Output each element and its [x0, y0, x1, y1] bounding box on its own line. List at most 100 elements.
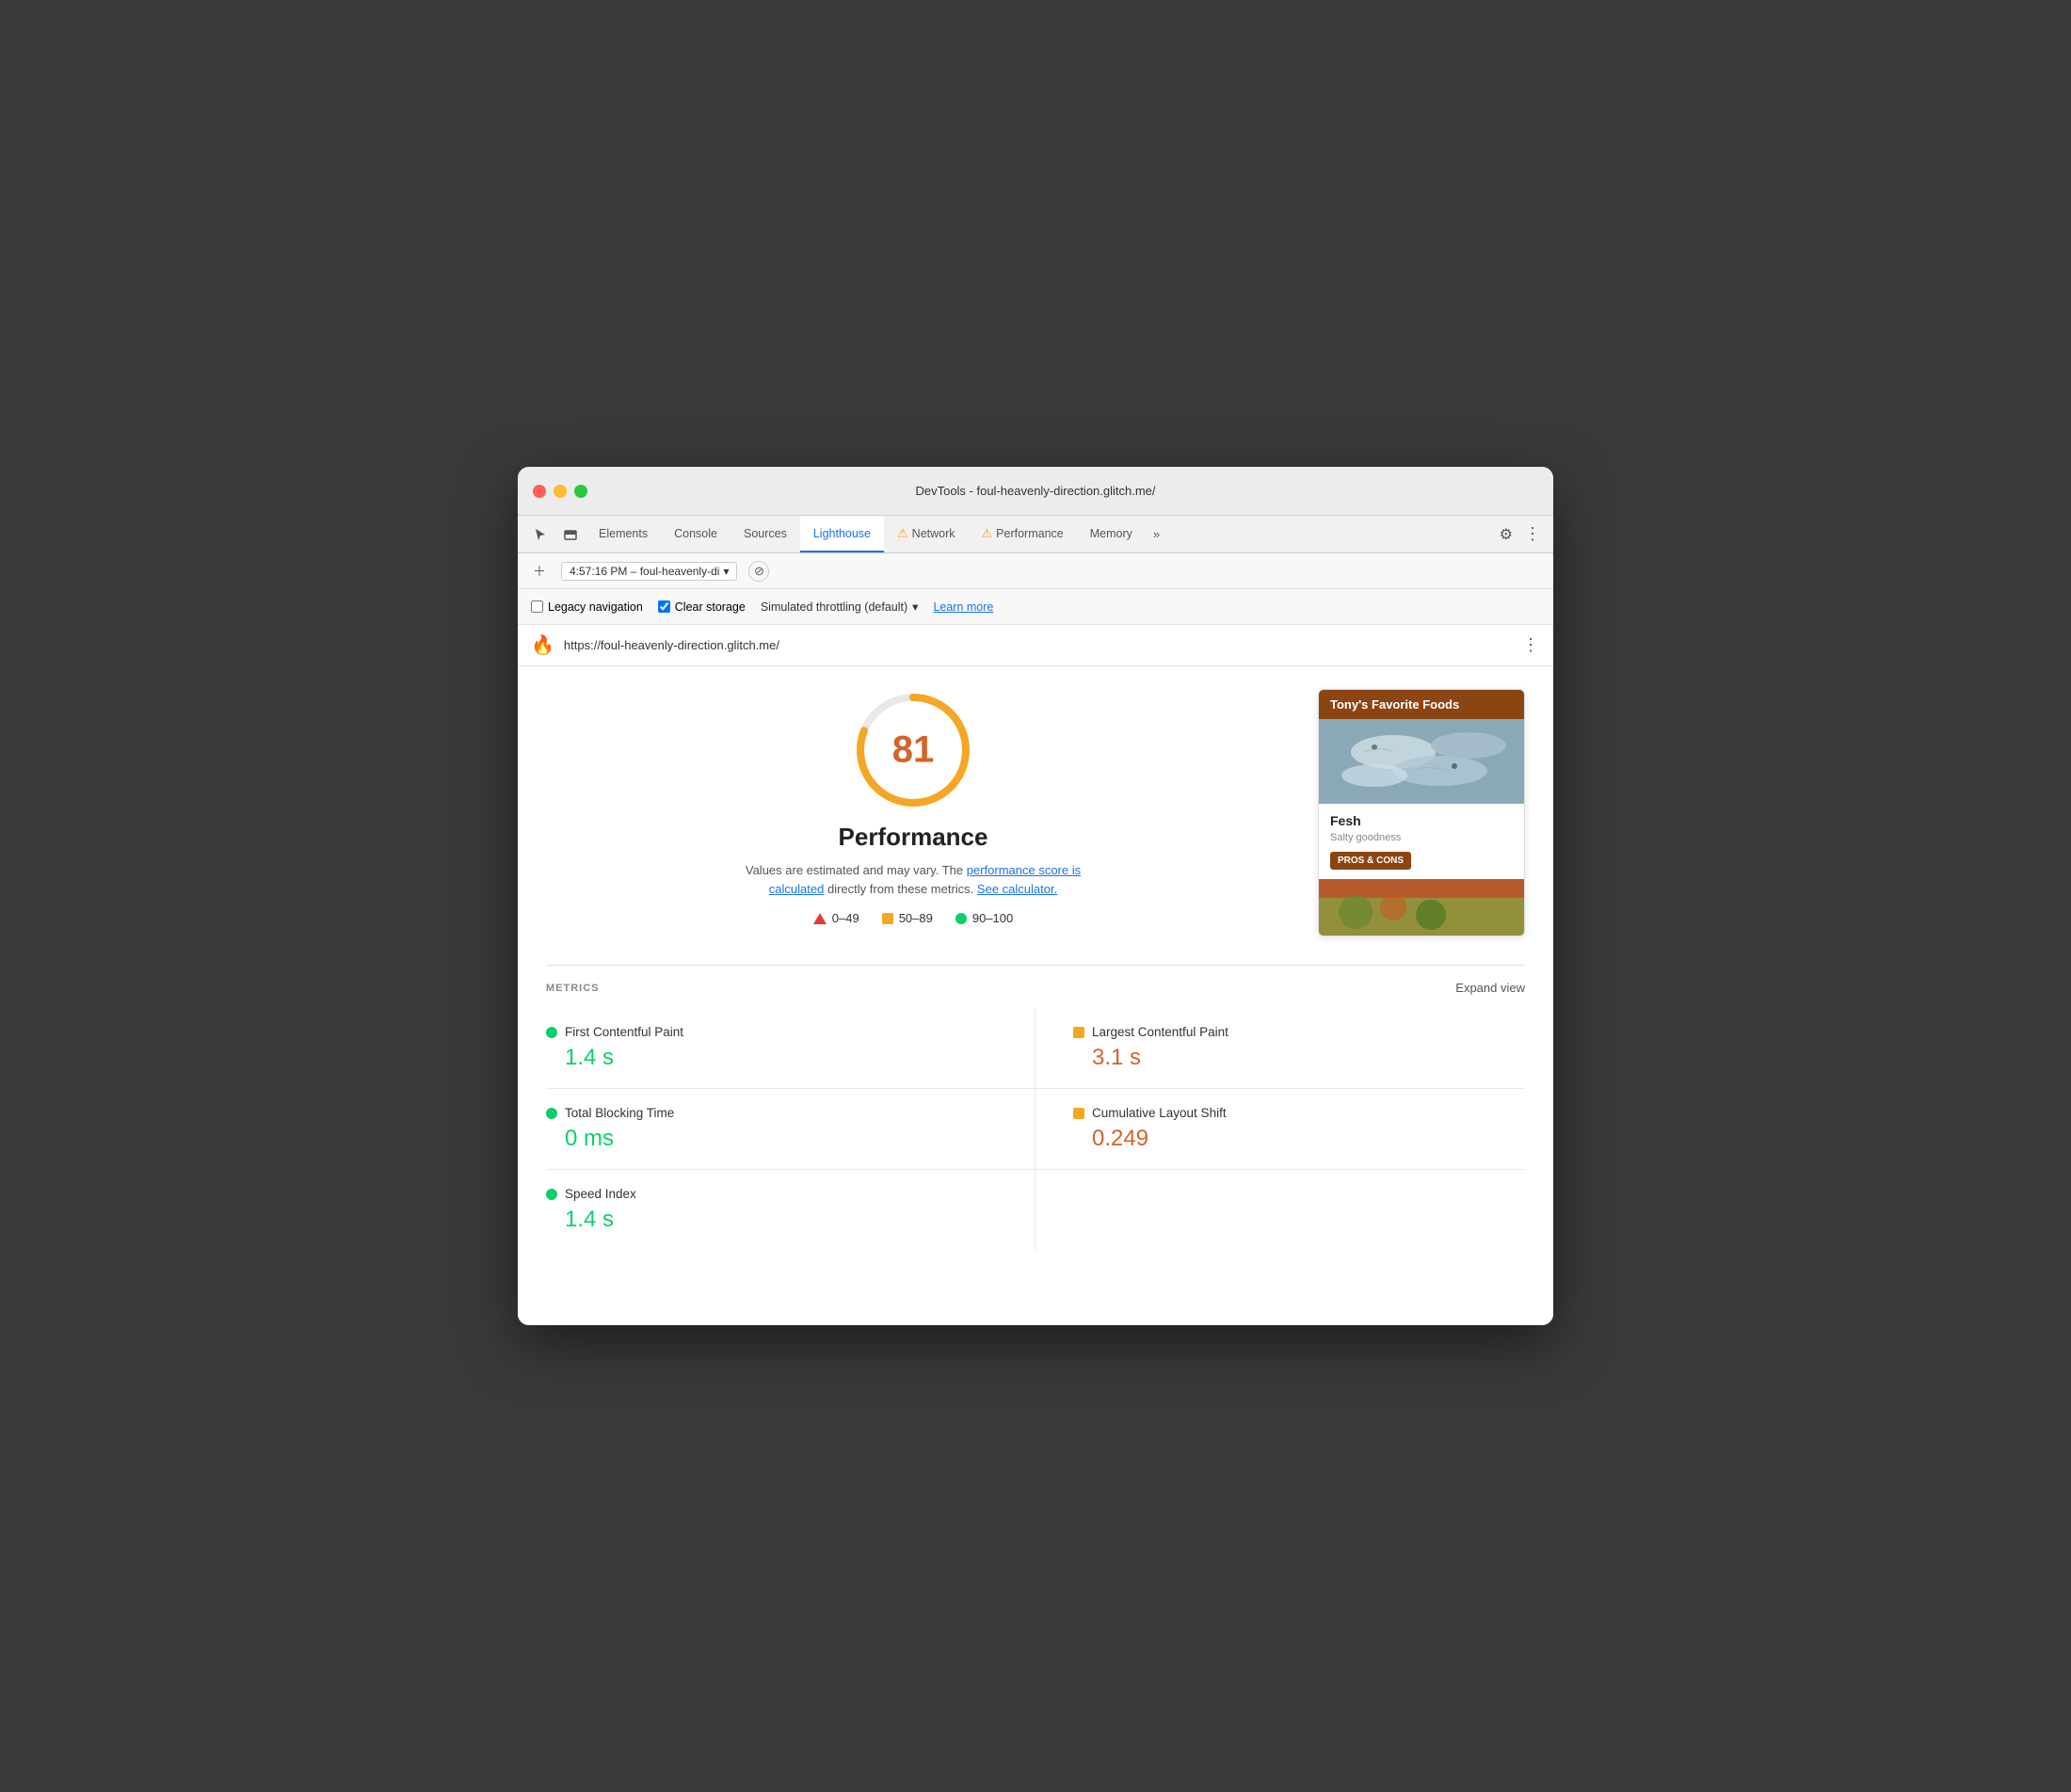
lcp-status-icon	[1073, 1027, 1084, 1038]
tab-lighthouse[interactable]: Lighthouse	[800, 516, 884, 552]
preview-item-desc: Salty goodness	[1330, 832, 1513, 843]
see-calculator-link[interactable]: See calculator.	[977, 882, 1057, 896]
window-title: DevTools - foul-heavenly-direction.glitc…	[915, 484, 1155, 498]
legacy-nav-checkbox[interactable]: Legacy navigation	[531, 600, 643, 614]
add-button[interactable]: ＋	[529, 561, 550, 582]
tbt-value: 0 ms	[546, 1126, 997, 1152]
mid-score-range: 50–89	[899, 911, 933, 925]
options-bar: Legacy navigation Clear storage Simulate…	[518, 589, 1553, 625]
metrics-grid: First Contentful Paint 1.4 s Largest Con…	[546, 1008, 1525, 1250]
metric-lcp-header: Largest Contentful Paint	[1073, 1025, 1525, 1039]
lcp-name: Largest Contentful Paint	[1092, 1025, 1228, 1039]
network-warning-icon: ⚠	[897, 526, 908, 541]
learn-more-link[interactable]: Learn more	[933, 600, 993, 614]
maximize-button[interactable]	[574, 485, 587, 498]
tab-console[interactable]: Console	[661, 516, 730, 552]
score-legend: 0–49 50–89 90–100	[813, 911, 1013, 925]
more-options-icon[interactable]: ⋮	[1520, 524, 1546, 544]
score-desc2: directly from these metrics.	[827, 882, 973, 896]
preview-card: Tony's Favorite Foods	[1318, 689, 1525, 936]
metric-si: Speed Index 1.4 s	[546, 1170, 1036, 1250]
devtools-window: DevTools - foul-heavenly-direction.glitc…	[518, 467, 1553, 1325]
expand-view-button[interactable]: Expand view	[1455, 981, 1525, 995]
titlebar: DevTools - foul-heavenly-direction.glitc…	[518, 467, 1553, 516]
cls-value: 0.249	[1073, 1126, 1525, 1152]
site-icon: 🔥	[531, 633, 554, 657]
mid-score-icon	[882, 913, 893, 924]
si-status-icon	[546, 1189, 557, 1200]
si-name: Speed Index	[565, 1187, 636, 1201]
url-bar: 🔥 https://foul-heavenly-direction.glitch…	[518, 625, 1553, 666]
low-score-icon	[813, 913, 827, 924]
metric-fcp: First Contentful Paint 1.4 s	[546, 1008, 1036, 1089]
traffic-lights	[533, 485, 587, 498]
section-divider	[546, 965, 1525, 966]
session-time: 4:57:16 PM – foul-heavenly-di	[570, 565, 719, 578]
metrics-section: METRICS Expand view First Contentful Pai…	[546, 981, 1525, 1250]
refresh-button[interactable]: ⊘	[748, 561, 769, 582]
url-text: https://foul-heavenly-direction.glitch.m…	[564, 638, 1513, 652]
clear-storage-checkbox[interactable]: Clear storage	[658, 600, 746, 614]
legacy-nav-input[interactable]	[531, 600, 543, 613]
score-title: Performance	[839, 823, 988, 852]
tab-performance[interactable]: ⚠ Performance	[969, 516, 1077, 552]
minimize-button[interactable]	[554, 485, 567, 498]
score-desc-text: Values are estimated and may vary. The	[746, 863, 963, 877]
low-score-range: 0–49	[832, 911, 859, 925]
session-arrow: ▾	[723, 565, 729, 578]
dock-icon[interactable]	[555, 516, 586, 552]
preview-header: Tony's Favorite Foods	[1319, 690, 1524, 719]
more-tabs-button[interactable]: »	[1146, 527, 1167, 541]
metric-tbt: Total Blocking Time 0 ms	[546, 1089, 1036, 1170]
pros-cons-button[interactable]: PROS & CONS	[1330, 852, 1411, 870]
throttle-select[interactable]: Simulated throttling (default) ▾	[761, 600, 919, 614]
high-score-icon	[955, 913, 967, 924]
score-circle: 81	[852, 689, 974, 811]
metric-tbt-header: Total Blocking Time	[546, 1106, 997, 1120]
throttle-label: Simulated throttling (default)	[761, 600, 907, 614]
close-button[interactable]	[533, 485, 546, 498]
metric-cls-header: Cumulative Layout Shift	[1073, 1106, 1525, 1120]
preview-image-food	[1319, 879, 1524, 936]
metric-cls: Cumulative Layout Shift 0.249	[1036, 1089, 1525, 1170]
tab-elements[interactable]: Elements	[586, 516, 661, 552]
fcp-status-icon	[546, 1027, 557, 1038]
score-section: 81 Performance Values are estimated and …	[546, 689, 1525, 936]
si-value: 1.4 s	[546, 1207, 997, 1233]
metric-si-header: Speed Index	[546, 1187, 997, 1201]
fcp-value: 1.4 s	[546, 1045, 997, 1071]
lighthouse-toolbar: ＋ 4:57:16 PM – foul-heavenly-di ▾ ⊘	[518, 553, 1553, 589]
score-left: 81 Performance Values are estimated and …	[546, 689, 1280, 925]
legend-low: 0–49	[813, 911, 859, 925]
settings-icon[interactable]: ⚙	[1492, 525, 1520, 544]
cls-status-icon	[1073, 1108, 1084, 1119]
clear-storage-input[interactable]	[658, 600, 670, 613]
metrics-header: METRICS Expand view	[546, 981, 1525, 995]
legacy-nav-label: Legacy navigation	[548, 600, 643, 614]
clear-storage-label: Clear storage	[675, 600, 746, 614]
cursor-icon[interactable]	[525, 516, 555, 552]
performance-warning-icon: ⚠	[982, 526, 993, 541]
tab-network[interactable]: ⚠ Network	[884, 516, 969, 552]
score-description: Values are estimated and may vary. The p…	[734, 861, 1092, 898]
preview-image-fish	[1319, 719, 1524, 804]
high-score-range: 90–100	[972, 911, 1013, 925]
legend-high: 90–100	[955, 911, 1013, 925]
lcp-value: 3.1 s	[1073, 1045, 1525, 1071]
fcp-name: First Contentful Paint	[565, 1025, 683, 1039]
metric-lcp: Largest Contentful Paint 3.1 s	[1036, 1008, 1525, 1089]
metrics-label: METRICS	[546, 983, 600, 994]
tab-memory[interactable]: Memory	[1077, 516, 1146, 552]
tab-sources[interactable]: Sources	[730, 516, 800, 552]
score-value: 81	[892, 729, 935, 772]
tbt-name: Total Blocking Time	[565, 1106, 674, 1120]
metric-fcp-header: First Contentful Paint	[546, 1025, 997, 1039]
devtools-tabs-bar: Elements Console Sources Lighthouse ⚠ Ne…	[518, 516, 1553, 553]
url-more-icon[interactable]: ⋮	[1522, 635, 1540, 655]
session-selector[interactable]: 4:57:16 PM – foul-heavenly-di ▾	[561, 562, 737, 581]
tbt-status-icon	[546, 1108, 557, 1119]
legend-mid: 50–89	[882, 911, 933, 925]
preview-body: Fesh Salty goodness PROS & CONS	[1319, 804, 1524, 879]
preview-item-name: Fesh	[1330, 813, 1513, 828]
cls-name: Cumulative Layout Shift	[1092, 1106, 1227, 1120]
